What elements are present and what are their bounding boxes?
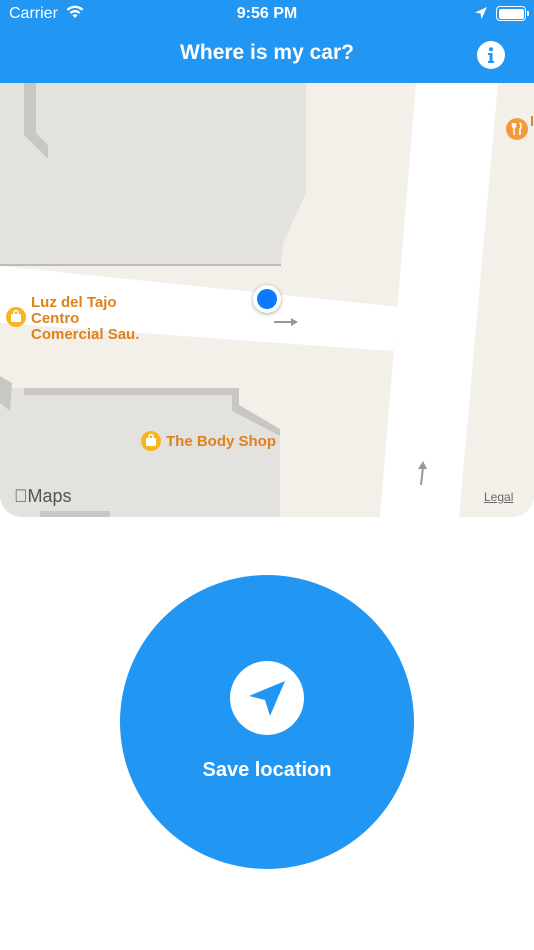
shopping-bag-icon[interactable] <box>6 307 26 327</box>
battery-icon <box>496 6 529 21</box>
map-view[interactable]: Luz del Tajo Centro Comercial Sau. The B… <box>0 83 534 517</box>
poi-label-the-body-shop[interactable]: The Body Shop <box>166 434 276 450</box>
shopping-bag-icon[interactable] <box>141 431 161 451</box>
user-location-dot <box>253 285 281 313</box>
poi-label-line: Centro <box>31 310 80 327</box>
save-location-label: Save location <box>202 759 332 781</box>
page-title: Where is my car? <box>180 41 354 64</box>
info-icon <box>488 47 494 63</box>
maps-attribution: Maps <box>14 486 72 506</box>
status-time: 9:56 PM <box>236 5 298 22</box>
poi-label-partial: l <box>530 113 534 129</box>
header: Carrier 9:56 PM Where is my car? <box>0 0 534 83</box>
poi-label-line: Comercial Sau. <box>31 326 140 343</box>
poi-label-luz-del-tajo[interactable]: Luz del Tajo Centro Comercial Sau. <box>31 295 139 343</box>
location-arrow-badge <box>230 661 304 735</box>
fork-knife-icon[interactable] <box>506 118 528 140</box>
location-services-icon <box>475 7 487 19</box>
status-bar: Carrier 9:56 PM <box>0 0 534 28</box>
save-location-button[interactable]: Save location <box>120 575 414 869</box>
poi-label-line: Luz del Tajo <box>31 294 117 311</box>
legal-link[interactable]: Legal <box>484 490 513 504</box>
apple-logo-icon:  <box>14 486 28 506</box>
location-arrow-icon <box>249 681 285 716</box>
info-button[interactable] <box>477 41 505 69</box>
